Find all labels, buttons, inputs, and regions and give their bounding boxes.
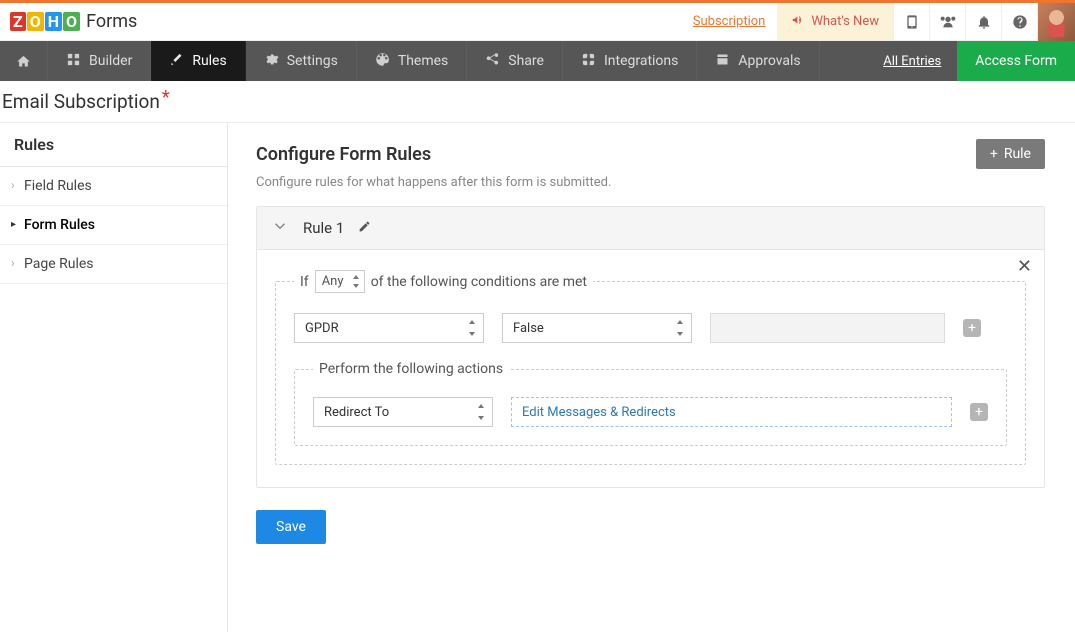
nav-share-label: Share: [508, 53, 544, 69]
rule-header: Rule 1: [257, 207, 1044, 250]
sidebar-item-field-rules[interactable]: Field Rules: [0, 167, 227, 206]
form-title: Email Subscription: [2, 90, 160, 113]
save-button[interactable]: Save: [256, 510, 326, 544]
close-icon[interactable]: ✕: [1017, 256, 1032, 277]
condition-field-select[interactable]: GPDR: [294, 313, 484, 343]
action-legend: Perform the following actions: [313, 361, 509, 377]
redirect-target-box: Edit Messages & Redirects: [511, 397, 952, 427]
approvals-icon: [715, 52, 730, 71]
access-form-button[interactable]: Access Form: [957, 41, 1075, 81]
nav-themes[interactable]: Themes: [357, 41, 467, 81]
nav-integrations-label: Integrations: [604, 53, 678, 69]
users-icon[interactable]: [929, 3, 965, 40]
mobile-icon[interactable]: [893, 3, 929, 40]
rule-name: Rule 1: [303, 219, 344, 237]
page-subtitle: Configure rules for what happens after t…: [256, 175, 1045, 190]
nav-settings[interactable]: Settings: [246, 41, 357, 81]
chevron-down-icon[interactable]: [271, 217, 289, 239]
logo-h: H: [45, 12, 62, 31]
nav-approvals[interactable]: Approvals: [697, 41, 819, 81]
if-mode-select[interactable]: Any: [315, 270, 365, 293]
nav-settings-label: Settings: [287, 53, 338, 69]
sidebar: Rules Field Rules Form Rules Page Rules: [0, 123, 228, 632]
help-icon[interactable]: [1001, 3, 1037, 40]
logo-product: Forms: [86, 11, 137, 32]
rules-icon: [169, 52, 184, 71]
all-entries-link[interactable]: All Entries: [867, 41, 957, 81]
edit-redirects-link[interactable]: Edit Messages & Redirects: [522, 405, 676, 420]
sidebar-item-form-rules[interactable]: Form Rules: [0, 206, 227, 245]
nav-integrations[interactable]: Integrations: [563, 41, 697, 81]
top-links: Subscription What's New: [681, 3, 1075, 40]
condition-extra-input[interactable]: [710, 313, 945, 343]
nav-rules[interactable]: Rules: [151, 41, 245, 81]
edit-icon[interactable]: [358, 220, 371, 237]
integrations-icon: [581, 52, 596, 71]
add-condition-button[interactable]: +: [963, 319, 981, 337]
unsaved-indicator: *: [162, 87, 170, 108]
nav-themes-label: Themes: [398, 53, 448, 69]
nav-share[interactable]: Share: [467, 41, 563, 81]
whats-new-button[interactable]: What's New: [777, 3, 893, 40]
plus-icon: +: [990, 146, 998, 162]
share-icon: [485, 52, 500, 71]
navbar: Builder Rules Settings Themes Share Inte…: [0, 41, 1075, 81]
if-suffix: of the following conditions are met: [371, 274, 587, 290]
logo-o2: O: [63, 12, 80, 31]
form-title-bar: Email Subscription*: [0, 81, 1075, 123]
settings-icon: [264, 52, 279, 71]
nav-builder-label: Builder: [89, 53, 132, 69]
builder-icon: [66, 52, 81, 71]
whats-new-label: What's New: [811, 14, 879, 29]
sidebar-title: Rules: [0, 123, 227, 167]
themes-icon: [375, 52, 390, 71]
logo-z: Z: [10, 12, 26, 31]
action-select[interactable]: Redirect To: [313, 397, 493, 427]
logo-o1: O: [27, 12, 44, 31]
main-panel: Configure Form Rules + Rule Configure ru…: [228, 123, 1075, 632]
rule-body: ✕ If Any of the following conditions are…: [257, 250, 1044, 487]
condition-legend: If Any of the following conditions are m…: [294, 270, 593, 293]
if-prefix: If: [300, 274, 309, 290]
add-rule-label: Rule: [1004, 146, 1031, 162]
condition-fieldset: If Any of the following conditions are m…: [275, 270, 1026, 465]
add-action-button[interactable]: +: [970, 403, 988, 421]
add-rule-button[interactable]: + Rule: [976, 139, 1045, 169]
subscription-link[interactable]: Subscription: [681, 3, 778, 40]
nav-rules-label: Rules: [192, 53, 226, 69]
nav-home[interactable]: [0, 41, 48, 81]
condition-row: GPDR False +: [294, 313, 1007, 343]
megaphone-icon: [791, 13, 805, 31]
condition-value-select[interactable]: False: [502, 313, 692, 343]
topbar: Z O H O Forms Subscription What's New: [0, 3, 1075, 41]
sidebar-item-page-rules[interactable]: Page Rules: [0, 245, 227, 284]
logo[interactable]: Z O H O Forms: [10, 11, 137, 32]
action-row: Redirect To Edit Messages & Redirects +: [313, 397, 988, 427]
rule-card: Rule 1 ✕ If Any of the following conditi…: [256, 206, 1045, 488]
action-fieldset: Perform the following actions Redirect T…: [294, 361, 1007, 446]
avatar[interactable]: [1037, 3, 1075, 41]
bell-icon[interactable]: [965, 3, 1001, 40]
nav-builder[interactable]: Builder: [48, 41, 151, 81]
page-title: Configure Form Rules: [256, 144, 431, 165]
nav-approvals-label: Approvals: [738, 53, 800, 69]
